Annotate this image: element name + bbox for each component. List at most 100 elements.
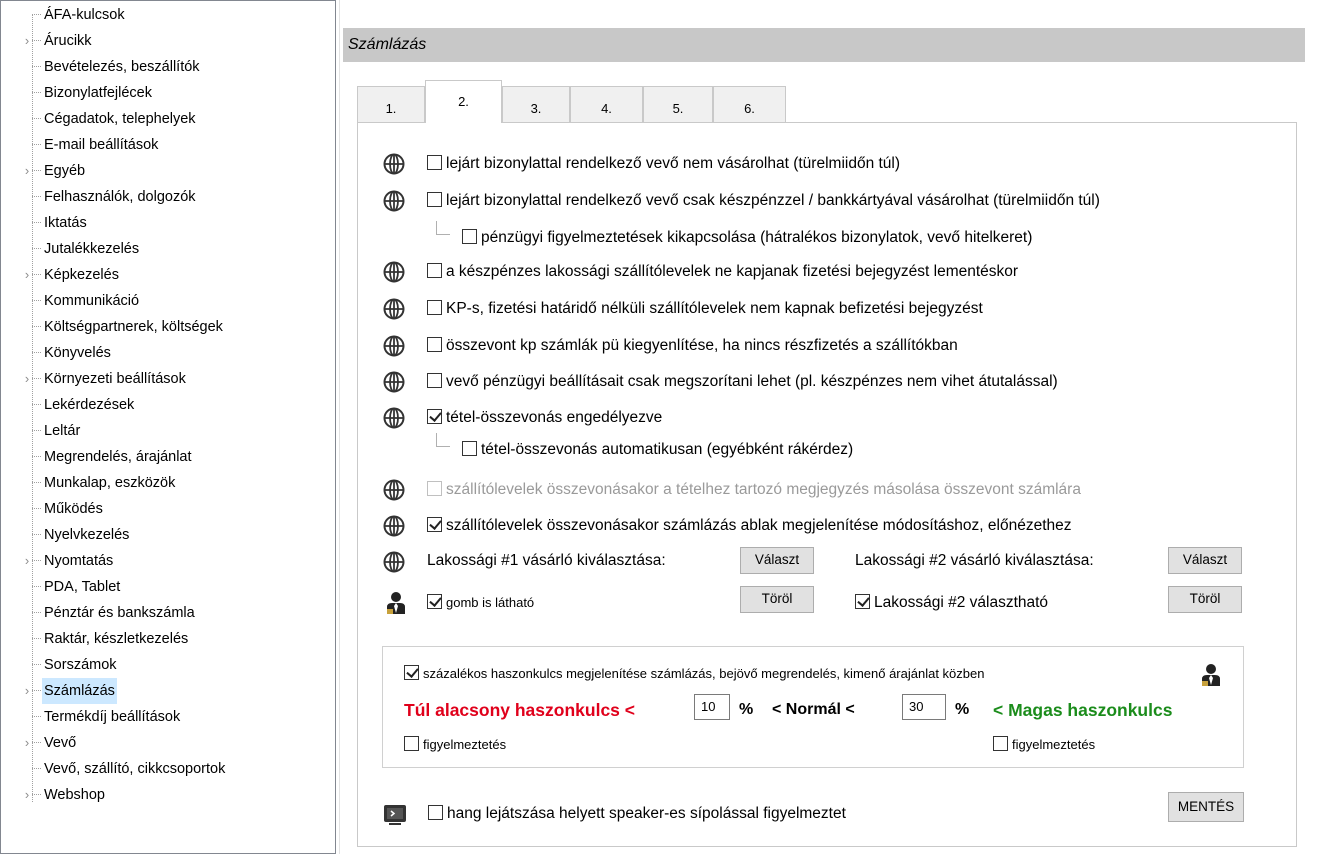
sidebar-item[interactable]: Bizonylatfejlécek [1,80,331,106]
chevron-right-icon[interactable]: › [21,158,33,184]
lakossagi-1-choose-button[interactable]: Választ [740,547,814,574]
lakossagi-2-selectable-check[interactable] [855,594,870,609]
chevron-right-icon[interactable]: › [21,548,33,574]
option-o1-label: lejárt bizonylattal rendelkező vevő nem … [446,155,901,172]
sidebar-item[interactable]: Működés [1,496,331,522]
sidebar-item[interactable]: › Vevő [1,730,331,756]
sidebar-item[interactable]: Cégadatok, telephelyek [1,106,331,132]
low-warning-check[interactable] [404,736,419,751]
high-warning-check[interactable] [993,736,1008,751]
tab-5[interactable]: 5. [643,86,713,122]
tree-connector [32,612,41,613]
sidebar-item[interactable]: › Egyéb [1,158,331,184]
lakossagi-2-selectable-checkbox[interactable]: Lakossági #2 választható [855,590,1048,616]
option-o2-checkbox[interactable]: lejárt bizonylattal rendelkező vevő csak… [427,188,1100,214]
chevron-right-icon[interactable]: › [21,730,33,756]
sidebar-item[interactable]: Könyvelés [1,340,331,366]
sidebar-item[interactable]: Megrendelés, árajánlat [1,444,331,470]
tree-connector [32,352,41,353]
sidebar-item[interactable]: Raktár, készletkezelés [1,626,331,652]
option-o3-checkbox[interactable]: a készpénzes lakossági szállítólevelek n… [427,259,1018,285]
option-o6-checkbox[interactable]: vevő pénzügyi beállításait csak megszorí… [427,369,1058,395]
sidebar-item[interactable]: › Webshop [1,782,331,808]
option-o5-check[interactable] [427,337,442,352]
lakossagi-2-selectable-label: Lakossági #2 választható [874,594,1049,611]
lakossagi-2-delete-button[interactable]: Töröl [1168,586,1242,613]
sidebar-item[interactable]: PDA, Tablet [1,574,331,600]
low-warning-checkbox[interactable]: figyelmeztetés [404,732,506,758]
sidebar-item[interactable]: E-mail beállítások [1,132,331,158]
lakossagi-1-label: Lakossági #1 vásárló kiválasztása: [427,552,666,569]
speaker-beep-check[interactable] [428,805,443,820]
sidebar-item[interactable]: › Számlázás [1,678,331,704]
show-margin-checkbox[interactable]: százalékos haszonkulcs megjelenítése szá… [404,661,984,687]
gomb-visible-check[interactable] [427,594,442,609]
sidebar-item[interactable]: Vevő, szállító, cikkcsoportok [1,756,331,782]
tree-connector [32,456,41,457]
percent-label-1: % [739,701,754,718]
option-o6-check[interactable] [427,373,442,388]
gomb-visible-checkbox[interactable]: gomb is látható [427,590,534,616]
sidebar-item[interactable]: Kommunikáció [1,288,331,314]
sidebar-item[interactable]: Költségpartnerek, költségek [1,314,331,340]
sidebar-item[interactable]: Munkalap, eszközök [1,470,331,496]
sidebar-item[interactable]: Bevételezés, beszállítók [1,54,331,80]
globe-icon [383,190,405,212]
tab-1[interactable]: 1. [357,86,425,122]
sidebar-item[interactable]: › Nyomtatás [1,548,331,574]
option-o8-label: szállítólevelek összevonásakor a tételhe… [446,481,1081,498]
chevron-right-icon[interactable]: › [21,28,33,54]
tab-4[interactable]: 4. [570,86,643,122]
high-warning-checkbox[interactable]: figyelmeztetés [993,732,1095,758]
sidebar-item-label: Iktatás [44,215,87,231]
option-o7a-check[interactable] [462,441,477,456]
sidebar-item[interactable]: Nyelvkezelés [1,522,331,548]
sidebar-item[interactable]: ÁFA-kulcsok [1,2,331,28]
speaker-beep-checkbox[interactable]: hang lejátszása helyett speaker-es sípol… [428,801,846,827]
chevron-right-icon[interactable]: › [21,366,33,392]
low-margin-input[interactable]: 10 [694,694,730,720]
sidebar-item[interactable]: › Árucikk [1,28,331,54]
gomb-visible-label: gomb is látható [446,595,535,610]
option-o9-check[interactable] [427,517,442,532]
sidebar-item[interactable]: › Környezeti beállítások [1,366,331,392]
option-o3-check[interactable] [427,263,442,278]
option-o7-checkbox[interactable]: tétel-összevonás engedélyezve [427,405,662,431]
globe-icon [383,298,405,320]
option-o4-checkbox[interactable]: KP-s, fizetési határidő nélküli szállító… [427,296,983,322]
sidebar-item[interactable]: Sorszámok [1,652,331,678]
tab-3[interactable]: 3. [502,86,570,122]
lakossagi-2-choose-button[interactable]: Választ [1168,547,1242,574]
sidebar-item[interactable]: Termékdíj beállítások [1,704,331,730]
option-o2-check[interactable] [427,192,442,207]
option-o5-checkbox[interactable]: összevont kp számlák pü kiegyenlítése, h… [427,333,958,359]
sidebar-item-label: ÁFA-kulcsok [44,7,125,23]
tab-6[interactable]: 6. [713,86,786,122]
option-o2a-checkbox[interactable]: pénzügyi figyelmeztetések kikapcsolása (… [462,225,1032,251]
option-o9-checkbox[interactable]: szállítólevelek összevonásakor számlázás… [427,513,1072,539]
option-o1-check[interactable] [427,155,442,170]
sidebar-item[interactable]: Jutalékkezelés [1,236,331,262]
lakossagi-1-delete-button[interactable]: Töröl [740,586,814,613]
settings-tree[interactable]: ÁFA-kulcsok › Árucikk Bevételezés, beszállí… [0,0,336,854]
high-margin-input[interactable]: 30 [902,694,946,720]
show-margin-check[interactable] [404,665,419,680]
chevron-right-icon[interactable]: › [21,262,33,288]
sidebar-item[interactable]: Leltár [1,418,331,444]
option-o1-checkbox[interactable]: lejárt bizonylattal rendelkező vevő nem … [427,151,900,177]
sidebar-item[interactable]: Felhasználók, dolgozók [1,184,331,210]
sidebar-item[interactable]: Pénztár és bankszámla [1,600,331,626]
chevron-right-icon[interactable]: › [21,782,33,808]
sidebar-item[interactable]: › Képkezelés [1,262,331,288]
option-o7-check[interactable] [427,409,442,424]
sidebar-item[interactable]: Iktatás [1,210,331,236]
option-o4-check[interactable] [427,300,442,315]
tree-connector [32,326,41,327]
option-o7a-checkbox[interactable]: tétel-összevonás automatikusan (egyébkén… [462,437,853,463]
chevron-right-icon[interactable]: › [21,678,33,704]
sidebar-item[interactable]: Lekérdezések [1,392,331,418]
sidebar-item-label: Bizonylatfejlécek [44,85,152,101]
option-o2a-check[interactable] [462,229,477,244]
save-button[interactable]: MENTÉS [1168,792,1244,822]
tab-2[interactable]: 2. [425,80,502,123]
